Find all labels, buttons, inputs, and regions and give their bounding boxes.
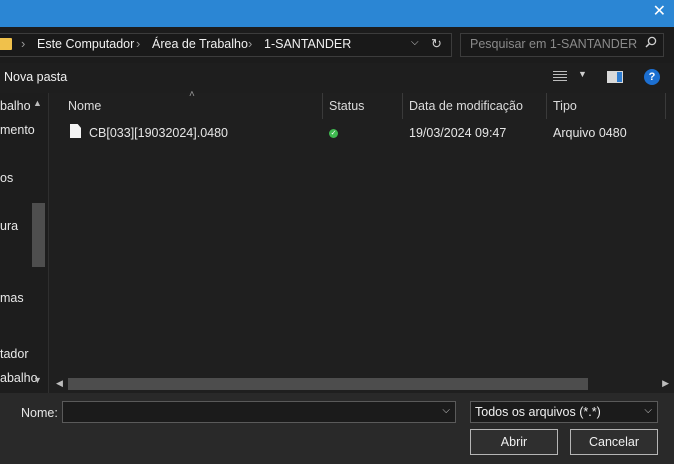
file-name-input[interactable]: ⌵ bbox=[62, 401, 456, 423]
breadcrumb-separator[interactable]: › bbox=[248, 36, 252, 51]
column-header-type[interactable]: Tipo bbox=[553, 99, 577, 113]
search-icon[interactable] bbox=[645, 36, 657, 51]
file-type-filter-value: Todos os arquivos (*.*) bbox=[475, 405, 601, 419]
open-button[interactable]: Abrir bbox=[470, 429, 558, 455]
new-folder-button[interactable]: Nova pasta bbox=[4, 70, 67, 84]
navigation-pane: ▲ balho mento os ura mas tador abalho ▼ bbox=[0, 93, 48, 393]
file-name[interactable]: CB[033][19032024].0480 bbox=[89, 126, 228, 140]
column-separator[interactable] bbox=[402, 93, 403, 119]
dialog-footer: Nome: ⌵ Todos os arquivos (*.*) ⌵ Abrir … bbox=[0, 393, 674, 464]
file-icon bbox=[70, 124, 81, 138]
view-chevron-down-icon[interactable]: ▼ bbox=[578, 69, 587, 79]
file-modified: 19/03/2024 09:47 bbox=[409, 126, 507, 140]
title-bar: ✕ bbox=[0, 0, 674, 27]
file-type-filter-select[interactable]: Todos os arquivos (*.*) ⌵ bbox=[470, 401, 658, 423]
breadcrumb-1-santander[interactable]: 1-SANTANDER bbox=[264, 37, 351, 51]
nav-scroll-up-icon[interactable]: ▲ bbox=[33, 98, 42, 108]
nav-item[interactable]: mento bbox=[0, 123, 35, 137]
nav-item[interactable]: tador bbox=[0, 347, 29, 361]
nav-item[interactable]: ura bbox=[0, 219, 18, 233]
status-ok-icon: ✓ bbox=[329, 129, 338, 138]
column-separator[interactable] bbox=[322, 93, 323, 119]
nav-scroll-down-icon[interactable]: ▼ bbox=[33, 375, 42, 385]
file-name-chevron-down-icon[interactable]: ⌵ bbox=[442, 405, 450, 416]
scroll-left-icon[interactable]: ◀ bbox=[56, 378, 63, 389]
cancel-button[interactable]: Cancelar bbox=[570, 429, 658, 455]
scroll-right-icon[interactable]: ▶ bbox=[662, 378, 669, 389]
horizontal-scrollbar[interactable]: ◀ ▶ bbox=[49, 375, 674, 393]
folder-icon bbox=[0, 38, 12, 50]
nav-item[interactable]: mas bbox=[0, 291, 24, 305]
file-type: Arquivo 0480 bbox=[553, 126, 627, 140]
address-history-chevron-down-icon[interactable]: ⌵ bbox=[411, 37, 419, 48]
nav-item[interactable]: abalho bbox=[0, 371, 38, 385]
nav-item[interactable]: balho bbox=[0, 99, 31, 113]
column-header-status[interactable]: Status bbox=[329, 99, 364, 113]
address-bar[interactable]: › Este Computador › Área de Trabalho › 1… bbox=[0, 33, 452, 57]
file-list: ˄ Nome Status Data de modificação Tipo C… bbox=[49, 89, 674, 375]
file-row[interactable]: CB[033][19032024].0480 ✓ 19/03/2024 09:4… bbox=[49, 121, 674, 145]
close-icon[interactable]: ✕ bbox=[653, 3, 666, 21]
view-options-icon[interactable] bbox=[553, 71, 567, 82]
nav-scrollbar-thumb[interactable] bbox=[32, 203, 45, 267]
column-header-name[interactable]: Nome bbox=[68, 99, 101, 113]
breadcrumb-separator[interactable]: › bbox=[136, 36, 140, 51]
breadcrumb-este-computador[interactable]: Este Computador bbox=[37, 37, 134, 51]
help-icon[interactable]: ? bbox=[644, 69, 660, 85]
preview-pane-icon[interactable] bbox=[607, 71, 623, 83]
refresh-icon[interactable]: ↻ bbox=[431, 36, 442, 52]
filter-chevron-down-icon[interactable]: ⌵ bbox=[644, 405, 652, 416]
breadcrumb-separator[interactable]: › bbox=[21, 36, 25, 51]
nav-item[interactable]: os bbox=[0, 171, 13, 185]
column-separator[interactable] bbox=[546, 93, 547, 119]
file-name-label: Nome: bbox=[21, 406, 58, 420]
address-row: › Este Computador › Área de Trabalho › 1… bbox=[0, 27, 674, 63]
horizontal-scrollbar-thumb[interactable] bbox=[68, 378, 588, 390]
search-placeholder: Pesquisar em 1-SANTANDER bbox=[470, 37, 638, 51]
breadcrumb-area-de-trabalho[interactable]: Área de Trabalho bbox=[152, 37, 248, 51]
sort-ascending-icon: ˄ bbox=[189, 89, 195, 100]
toolbar: Nova pasta ▼ ? bbox=[0, 63, 674, 93]
column-separator[interactable] bbox=[665, 93, 666, 119]
column-header-modified[interactable]: Data de modificação bbox=[409, 99, 523, 113]
search-input[interactable]: Pesquisar em 1-SANTANDER bbox=[460, 33, 664, 57]
